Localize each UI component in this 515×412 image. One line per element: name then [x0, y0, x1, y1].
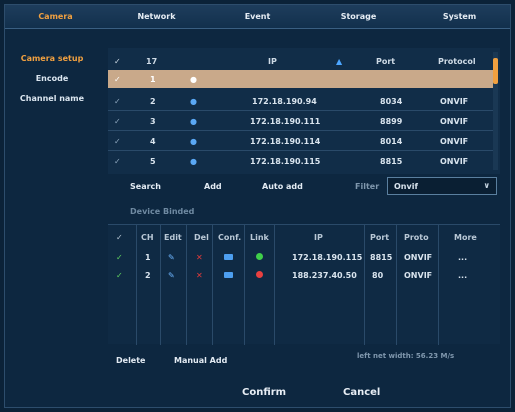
row-number: 1 [150, 74, 156, 84]
row-checkbox[interactable]: ✓ [114, 137, 121, 146]
device-row[interactable]: ✓ 3 ● 172.18.190.111 8899 ONVIF [108, 112, 493, 130]
search-button[interactable]: Search [130, 182, 161, 191]
tab-storage[interactable]: Storage [308, 5, 409, 28]
sidebar-item-camera-setup[interactable]: Camera setup [8, 48, 96, 68]
filter-value: Onvif [394, 181, 418, 191]
confirm-button[interactable]: Confirm [242, 387, 286, 398]
top-navigation: Camera Network Event Storage System [5, 5, 510, 29]
header-protocol[interactable]: Protocol [438, 57, 476, 66]
row-ip: 172.18.190.94 [252, 96, 317, 106]
row-checkbox[interactable]: ✓ [114, 97, 121, 106]
camera-device-icon: ● [190, 116, 197, 126]
camera-config-icon[interactable] [224, 271, 233, 280]
row-protocol: ONVIF [440, 96, 469, 106]
sidebar-item-channel-name[interactable]: Channel name [8, 88, 96, 108]
row-checkbox[interactable]: ✓ [114, 75, 121, 84]
auto-add-button[interactable]: Auto add [262, 182, 303, 191]
header-proto: Proto [404, 233, 429, 242]
header-ip: IP [314, 233, 323, 242]
channel-number: 2 [145, 271, 151, 280]
row-ip: 188.237.40.50 [292, 271, 357, 280]
camera-device-icon: ● [190, 156, 197, 166]
device-row[interactable]: ✓ 1 ● [108, 70, 493, 88]
row-ip: 172.18.190.111 [250, 116, 321, 126]
table-row[interactable]: ✓ 2 ✎ ✕ 188.237.40.50 80 ONVIF ... [108, 267, 500, 285]
sidebar: Camera setup Encode Channel name [8, 48, 96, 108]
tab-system[interactable]: System [409, 5, 510, 28]
binded-header: ✓ CH Edit Del Conf. Link IP Port Proto M… [108, 229, 500, 247]
delete-x-icon[interactable]: ✕ [196, 271, 203, 280]
scrollbar-thumb[interactable] [493, 58, 498, 84]
header-edit: Edit [164, 233, 182, 242]
row-port: 8899 [380, 116, 403, 126]
chevron-down-icon: ∨ [483, 181, 491, 190]
header-conf: Conf. [218, 233, 242, 242]
row-number: 4 [150, 136, 156, 146]
edit-pencil-icon[interactable]: ✎ [168, 271, 178, 281]
row-number: 3 [150, 116, 156, 126]
row-port: 8815 [380, 156, 403, 166]
row-port: 8034 [380, 96, 403, 106]
header-link: Link [250, 233, 269, 242]
row-checkbox[interactable]: ✓ [116, 271, 123, 280]
table-row[interactable]: ✓ 1 ✎ ✕ 172.18.190.115 8815 ONVIF ... [108, 249, 500, 267]
row-checkbox[interactable]: ✓ [116, 253, 123, 262]
device-row[interactable]: ✓ 2 ● 172.18.190.94 8034 ONVIF [108, 92, 493, 110]
row-protocol: ONVIF [440, 116, 469, 126]
camera-device-icon: ● [190, 74, 197, 84]
camera-device-icon: ● [190, 136, 197, 146]
binded-device-table: ✓ CH Edit Del Conf. Link IP Port Proto M… [108, 224, 500, 345]
tab-camera[interactable]: Camera [5, 5, 106, 28]
filter-select[interactable]: Onvif ∨ [387, 177, 497, 195]
sort-asc-icon[interactable]: ▲ [336, 57, 342, 66]
row-ip: 172.18.190.115 [292, 253, 363, 262]
manual-add-button[interactable]: Manual Add [174, 356, 227, 365]
header-del: Del [194, 233, 209, 242]
edit-pencil-icon[interactable]: ✎ [168, 253, 178, 263]
link-status-icon [256, 271, 263, 280]
camera-config-icon[interactable] [224, 253, 233, 262]
header-ip[interactable]: IP [268, 57, 277, 66]
row-proto: ONVIF [404, 271, 433, 280]
bandwidth-status: left net width: 56.23 M/s [357, 352, 455, 360]
select-all-checkbox[interactable]: ✓ [116, 233, 123, 242]
add-button[interactable]: Add [204, 182, 222, 191]
delete-x-icon[interactable]: ✕ [196, 253, 203, 262]
camera-device-icon: ● [190, 96, 197, 106]
row-protocol: ONVIF [440, 156, 469, 166]
device-row[interactable]: ✓ 5 ● 172.18.190.115 8815 ONVIF [108, 152, 493, 170]
discovered-device-list: ✓ 17 IP ▲ Port Protocol ✓ 1 ● ✓ 2 ● 172.… [108, 48, 500, 174]
row-number: 2 [150, 96, 156, 106]
channel-number: 1 [145, 253, 151, 262]
device-count: 17 [146, 56, 158, 66]
row-port: 8014 [380, 136, 403, 146]
row-ip: 172.18.190.115 [250, 156, 321, 166]
row-port: 80 [372, 271, 384, 280]
row-number: 5 [150, 156, 156, 166]
delete-button[interactable]: Delete [116, 356, 145, 365]
header-port[interactable]: Port [376, 57, 395, 66]
device-row[interactable]: ✓ 4 ● 172.18.190.114 8014 ONVIF [108, 132, 493, 150]
more-button[interactable]: ... [458, 271, 467, 280]
list-header: ✓ 17 IP ▲ Port Protocol [108, 52, 493, 70]
select-all-checkbox[interactable]: ✓ [114, 57, 121, 66]
filter-label: Filter [355, 182, 380, 191]
device-binded-title: Device Binded [130, 207, 195, 216]
more-button[interactable]: ... [458, 253, 467, 262]
row-protocol: ONVIF [440, 136, 469, 146]
tab-network[interactable]: Network [106, 5, 207, 28]
tab-event[interactable]: Event [207, 5, 308, 28]
sidebar-item-encode[interactable]: Encode [8, 68, 96, 88]
header-more: More [454, 233, 477, 242]
header-ch: CH [141, 233, 154, 242]
row-port: 8815 [370, 253, 393, 262]
row-ip: 172.18.190.114 [250, 136, 321, 146]
link-status-icon [256, 253, 263, 262]
row-checkbox[interactable]: ✓ [114, 117, 121, 126]
cancel-button[interactable]: Cancel [343, 387, 380, 398]
row-proto: ONVIF [404, 253, 433, 262]
row-checkbox[interactable]: ✓ [114, 157, 121, 166]
header-port: Port [370, 233, 390, 242]
